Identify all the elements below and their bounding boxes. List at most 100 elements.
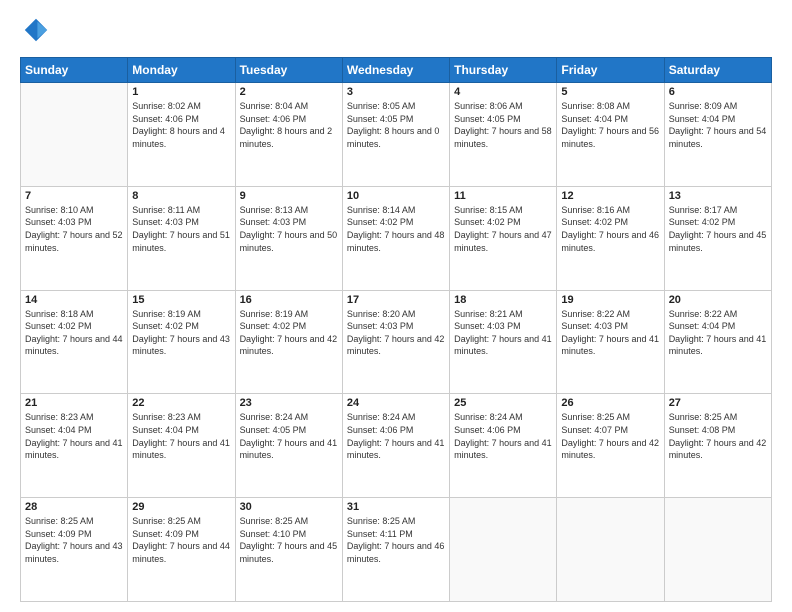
weekday-monday: Monday	[128, 58, 235, 83]
day-cell: 28 Sunrise: 8:25 AMSunset: 4:09 PMDayligh…	[21, 498, 128, 602]
weekday-saturday: Saturday	[664, 58, 771, 83]
day-cell: 13Sunrise: 8:17 AMSunset: 4:02 PMDayligh…	[664, 186, 771, 290]
day-info: Sunrise: 8:19 AMSunset: 4:02 PMDaylight:…	[132, 308, 230, 358]
day-info: Sunrise: 8:08 AMSunset: 4:04 PMDaylight:…	[561, 100, 659, 150]
day-cell: 11Sunrise: 8:15 AMSunset: 4:02 PMDayligh…	[450, 186, 557, 290]
day-number: 26	[561, 397, 659, 409]
week-row-1: 7 Sunrise: 8:10 AMSunset: 4:03 PMDaylight…	[21, 186, 772, 290]
day-number: 19	[561, 294, 659, 306]
day-cell: 21 Sunrise: 8:23 AMSunset: 4:04 PMDayligh…	[21, 394, 128, 498]
day-cell: 30Sunrise: 8:25 AMSunset: 4:10 PMDayligh…	[235, 498, 342, 602]
day-cell: 15 Sunrise: 8:19 AMSunset: 4:02 PMDayligh…	[128, 290, 235, 394]
day-number: 24	[347, 397, 445, 409]
day-info: Sunrise: 8:23 AMSunset: 4:04 PMDaylight:…	[132, 411, 230, 461]
day-info: Sunrise: 8:17 AMSunset: 4:02 PMDaylight:…	[669, 204, 767, 254]
day-number: 12	[561, 190, 659, 202]
day-number: 2	[240, 86, 338, 98]
day-number: 29	[132, 501, 230, 513]
day-cell: 10 Sunrise: 8:14 AMSunset: 4:02 PMDayligh…	[342, 186, 449, 290]
day-cell: 3 Sunrise: 8:05 AMSunset: 4:05 PMDaylight…	[342, 83, 449, 187]
day-info: Sunrise: 8:18 AMSunset: 4:02 PMDaylight:…	[25, 308, 123, 358]
day-number: 18	[454, 294, 552, 306]
day-info: Sunrise: 8:25 AMSunset: 4:07 PMDaylight:…	[561, 411, 659, 461]
header	[20, 16, 772, 49]
day-number: 31	[347, 501, 445, 513]
day-cell: 29 Sunrise: 8:25 AMSunset: 4:09 PMDayligh…	[128, 498, 235, 602]
day-cell: 18 Sunrise: 8:21 AMSunset: 4:03 PMDayligh…	[450, 290, 557, 394]
day-cell: 20 Sunrise: 8:22 AMSunset: 4:04 PMDayligh…	[664, 290, 771, 394]
day-cell: 19Sunrise: 8:22 AMSunset: 4:03 PMDayligh…	[557, 290, 664, 394]
weekday-sunday: Sunday	[21, 58, 128, 83]
week-row-0: 1 Sunrise: 8:02 AMSunset: 4:06 PMDaylight…	[21, 83, 772, 187]
day-number: 7	[25, 190, 123, 202]
weekday-thursday: Thursday	[450, 58, 557, 83]
day-info: Sunrise: 8:06 AMSunset: 4:05 PMDaylight:…	[454, 100, 552, 150]
week-row-2: 14 Sunrise: 8:18 AMSunset: 4:02 PMDayligh…	[21, 290, 772, 394]
calendar-table: SundayMondayTuesdayWednesdayThursdayFrid…	[20, 57, 772, 602]
day-info: Sunrise: 8:25 AMSunset: 4:10 PMDaylight:…	[240, 515, 338, 565]
day-info: Sunrise: 8:24 AMSunset: 4:06 PMDaylight:…	[454, 411, 552, 461]
day-info: Sunrise: 8:15 AMSunset: 4:02 PMDaylight:…	[454, 204, 552, 254]
logo	[20, 16, 54, 49]
day-number: 25	[454, 397, 552, 409]
day-info: Sunrise: 8:19 AMSunset: 4:02 PMDaylight:…	[240, 308, 338, 358]
day-number: 20	[669, 294, 767, 306]
day-number: 28	[25, 501, 123, 513]
day-cell: 17 Sunrise: 8:20 AMSunset: 4:03 PMDayligh…	[342, 290, 449, 394]
day-info: Sunrise: 8:25 AMSunset: 4:11 PMDaylight:…	[347, 515, 445, 565]
day-number: 17	[347, 294, 445, 306]
day-cell	[21, 83, 128, 187]
day-number: 3	[347, 86, 445, 98]
day-info: Sunrise: 8:02 AMSunset: 4:06 PMDaylight:…	[132, 100, 230, 150]
day-number: 14	[25, 294, 123, 306]
day-number: 10	[347, 190, 445, 202]
day-cell: 6 Sunrise: 8:09 AMSunset: 4:04 PMDaylight…	[664, 83, 771, 187]
day-cell: 23Sunrise: 8:24 AMSunset: 4:05 PMDayligh…	[235, 394, 342, 498]
day-info: Sunrise: 8:14 AMSunset: 4:02 PMDaylight:…	[347, 204, 445, 254]
day-info: Sunrise: 8:20 AMSunset: 4:03 PMDaylight:…	[347, 308, 445, 358]
week-row-3: 21 Sunrise: 8:23 AMSunset: 4:04 PMDayligh…	[21, 394, 772, 498]
day-cell: 22 Sunrise: 8:23 AMSunset: 4:04 PMDayligh…	[128, 394, 235, 498]
day-cell: 7 Sunrise: 8:10 AMSunset: 4:03 PMDaylight…	[21, 186, 128, 290]
day-cell: 25 Sunrise: 8:24 AMSunset: 4:06 PMDayligh…	[450, 394, 557, 498]
day-cell: 16 Sunrise: 8:19 AMSunset: 4:02 PMDayligh…	[235, 290, 342, 394]
day-number: 5	[561, 86, 659, 98]
weekday-tuesday: Tuesday	[235, 58, 342, 83]
day-cell: 5 Sunrise: 8:08 AMSunset: 4:04 PMDaylight…	[557, 83, 664, 187]
day-cell	[664, 498, 771, 602]
day-info: Sunrise: 8:21 AMSunset: 4:03 PMDaylight:…	[454, 308, 552, 358]
day-number: 27	[669, 397, 767, 409]
day-number: 1	[132, 86, 230, 98]
day-info: Sunrise: 8:04 AMSunset: 4:06 PMDaylight:…	[240, 100, 338, 150]
day-cell: 31 Sunrise: 8:25 AMSunset: 4:11 PMDayligh…	[342, 498, 449, 602]
day-cell: 24 Sunrise: 8:24 AMSunset: 4:06 PMDayligh…	[342, 394, 449, 498]
day-number: 21	[25, 397, 123, 409]
logo-icon	[22, 16, 50, 44]
page: SundayMondayTuesdayWednesdayThursdayFrid…	[0, 0, 792, 612]
day-cell: 27Sunrise: 8:25 AMSunset: 4:08 PMDayligh…	[664, 394, 771, 498]
day-cell: 2 Sunrise: 8:04 AMSunset: 4:06 PMDaylight…	[235, 83, 342, 187]
day-number: 15	[132, 294, 230, 306]
day-info: Sunrise: 8:05 AMSunset: 4:05 PMDaylight:…	[347, 100, 445, 150]
day-number: 22	[132, 397, 230, 409]
day-info: Sunrise: 8:25 AMSunset: 4:09 PMDaylight:…	[132, 515, 230, 565]
day-number: 6	[669, 86, 767, 98]
day-number: 23	[240, 397, 338, 409]
day-info: Sunrise: 8:09 AMSunset: 4:04 PMDaylight:…	[669, 100, 767, 150]
weekday-header-row: SundayMondayTuesdayWednesdayThursdayFrid…	[21, 58, 772, 83]
day-cell: 9 Sunrise: 8:13 AMSunset: 4:03 PMDaylight…	[235, 186, 342, 290]
day-info: Sunrise: 8:13 AMSunset: 4:03 PMDaylight:…	[240, 204, 338, 254]
day-info: Sunrise: 8:24 AMSunset: 4:06 PMDaylight:…	[347, 411, 445, 461]
day-cell: 26 Sunrise: 8:25 AMSunset: 4:07 PMDayligh…	[557, 394, 664, 498]
day-number: 9	[240, 190, 338, 202]
day-cell: 14 Sunrise: 8:18 AMSunset: 4:02 PMDayligh…	[21, 290, 128, 394]
day-number: 16	[240, 294, 338, 306]
day-info: Sunrise: 8:25 AMSunset: 4:09 PMDaylight:…	[25, 515, 123, 565]
day-info: Sunrise: 8:16 AMSunset: 4:02 PMDaylight:…	[561, 204, 659, 254]
day-info: Sunrise: 8:11 AMSunset: 4:03 PMDaylight:…	[132, 204, 230, 254]
day-info: Sunrise: 8:22 AMSunset: 4:04 PMDaylight:…	[669, 308, 767, 358]
day-info: Sunrise: 8:10 AMSunset: 4:03 PMDaylight:…	[25, 204, 123, 254]
day-cell	[450, 498, 557, 602]
day-info: Sunrise: 8:23 AMSunset: 4:04 PMDaylight:…	[25, 411, 123, 461]
day-cell: 12 Sunrise: 8:16 AMSunset: 4:02 PMDayligh…	[557, 186, 664, 290]
